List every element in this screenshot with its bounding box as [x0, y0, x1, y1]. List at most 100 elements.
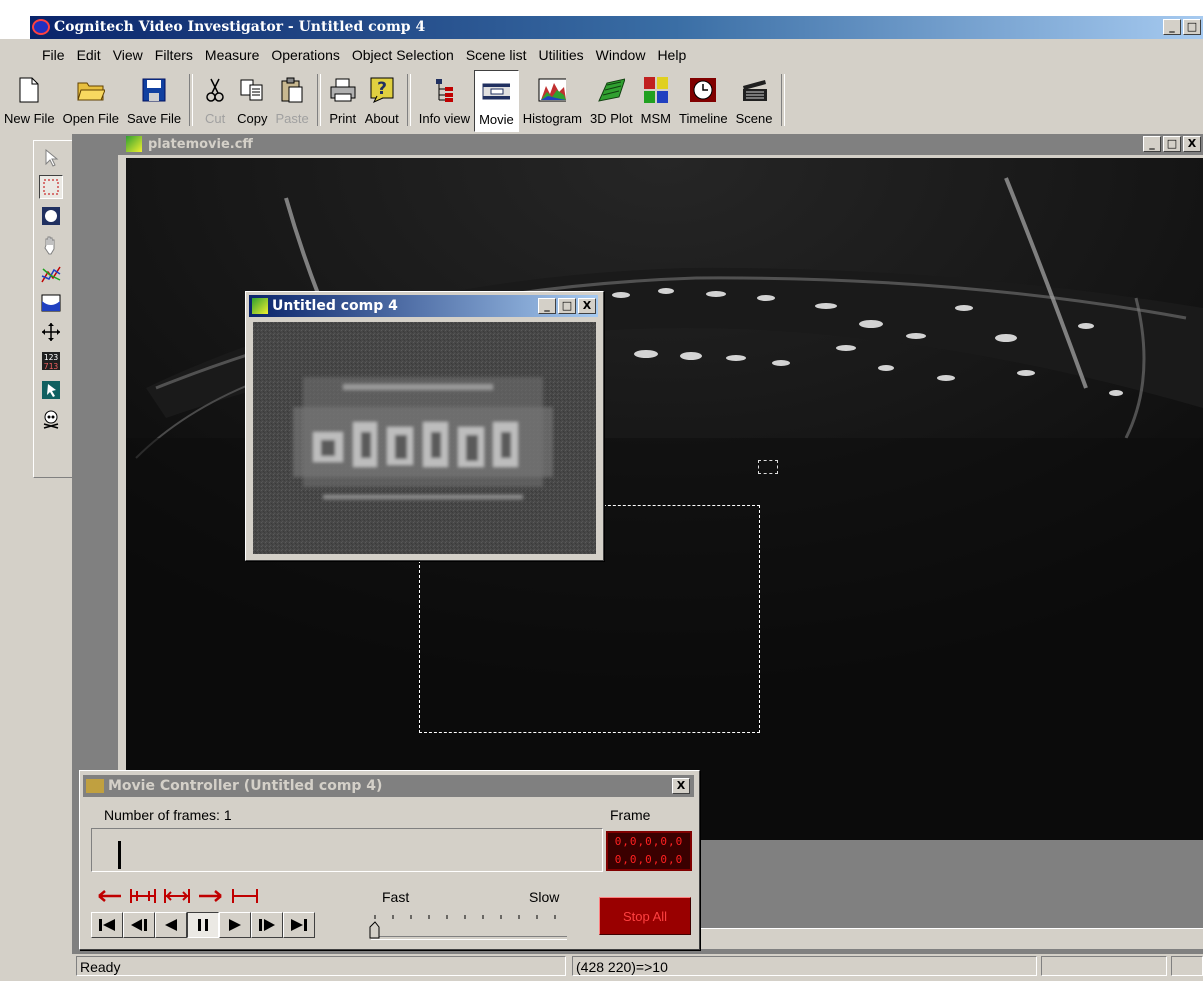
arrow-left-icon — [98, 890, 121, 902]
menu-file[interactable]: File — [36, 44, 71, 66]
magnifier-icon — [42, 207, 60, 225]
3d-plot-label: 3D Plot — [590, 111, 633, 126]
app-maximize-button[interactable]: □ — [1183, 19, 1201, 35]
document-icon — [126, 136, 142, 152]
mark-left-button[interactable] — [94, 886, 124, 906]
frame-position-marker[interactable] — [118, 841, 121, 869]
pause-button[interactable] — [187, 912, 219, 938]
comp-window: Untitled comp 4 _ □ X — [245, 291, 604, 561]
copy-label: Copy — [237, 111, 268, 126]
plate-photo — [253, 322, 596, 554]
document-minimize-button[interactable]: _ — [1143, 136, 1161, 152]
license-plate-image[interactable] — [253, 322, 596, 554]
play-reverse-button[interactable] — [155, 912, 187, 938]
svg-text:713: 713 — [44, 362, 59, 371]
copy-button[interactable]: Copy — [233, 70, 271, 130]
new-file-icon — [15, 76, 43, 104]
menu-operations[interactable]: Operations — [265, 44, 345, 66]
movie-controller-close-button[interactable]: X — [672, 778, 690, 794]
zoom-tool[interactable] — [39, 204, 63, 228]
mark-clear-button[interactable] — [230, 886, 260, 906]
frame-counter-bottom: 0,0,0,0,0 — [614, 853, 684, 866]
frame-count-label: Number of frames: 1 — [104, 807, 232, 823]
region-tool[interactable] — [39, 291, 63, 315]
help-question-icon: ? — [368, 76, 396, 104]
print-button[interactable]: Print — [325, 70, 361, 130]
step-back-button[interactable] — [123, 912, 155, 938]
crosshair-cursor-icon — [758, 460, 778, 474]
speed-slider-thumb[interactable] — [369, 921, 380, 939]
3d-plot-button[interactable]: 3D Plot — [586, 70, 637, 130]
mark-bracket-icon — [232, 889, 258, 903]
menu-object-selection[interactable]: Object Selection — [346, 44, 460, 66]
step-forward-button[interactable] — [251, 912, 283, 938]
document-close-button[interactable]: X — [1183, 136, 1201, 152]
pointer-tool[interactable] — [39, 146, 63, 170]
svg-text:123: 123 — [44, 353, 59, 362]
first-frame-button[interactable] — [91, 912, 123, 938]
document-maximize-button[interactable]: □ — [1163, 136, 1181, 152]
open-folder-icon — [77, 76, 105, 104]
menu-measure[interactable]: Measure — [199, 44, 265, 66]
rectangle-select-tool[interactable] — [39, 175, 63, 199]
print-label: Print — [329, 111, 357, 126]
cut-button[interactable]: Cut — [197, 70, 233, 130]
movie-controller-titlebar[interactable]: Movie Controller (Untitled comp 4) X — [83, 775, 694, 797]
marquee-select-icon — [43, 179, 59, 195]
new-file-button[interactable]: New File — [0, 70, 59, 130]
menu-view[interactable]: View — [107, 44, 149, 66]
step-back-icon — [131, 919, 147, 931]
about-button[interactable]: ? About — [361, 70, 403, 130]
mark-right-button[interactable] — [196, 886, 226, 906]
status-bar: Ready (428 220)=>10 — [0, 954, 1203, 981]
skull-tool[interactable] — [39, 407, 63, 431]
document-titlebar[interactable]: platemovie.cff _ □ X — [118, 134, 1203, 155]
open-file-button[interactable]: Open File — [59, 70, 123, 130]
movie-controller-title: Movie Controller (Untitled comp 4) — [108, 778, 383, 794]
menu-window[interactable]: Window — [590, 44, 652, 66]
scene-button[interactable]: Scene — [732, 70, 777, 130]
save-file-button[interactable]: Save File — [123, 70, 185, 130]
step-forward-icon — [259, 919, 275, 931]
timeline-button[interactable]: Timeline — [675, 70, 732, 130]
app-minimize-button[interactable]: _ — [1163, 19, 1181, 35]
menu-edit[interactable]: Edit — [71, 44, 107, 66]
movie-controller-window: Movie Controller (Untitled comp 4) X Num… — [79, 770, 700, 950]
speed-slider[interactable] — [369, 911, 569, 941]
paste-button[interactable]: Paste — [272, 70, 313, 130]
select-arrow-tool[interactable] — [39, 378, 63, 402]
horizontal-scrollbar[interactable] — [700, 928, 1203, 949]
app-titlebar[interactable]: Cognitech Video Investigator - Untitled … — [30, 16, 1203, 39]
comp-maximize-button[interactable]: □ — [558, 298, 576, 314]
toolbar: New File Open File Save File Cut Copy Pa… — [0, 70, 789, 132]
histogram-button[interactable]: Histogram — [519, 70, 586, 130]
app-title: Cognitech Video Investigator - Untitled … — [54, 19, 426, 35]
open-file-label: Open File — [62, 111, 119, 126]
movie-button[interactable]: Movie — [474, 70, 519, 132]
menu-filters[interactable]: Filters — [149, 44, 199, 66]
menu-utilities[interactable]: Utilities — [533, 44, 590, 66]
frame-counter-top: 0,0,0,0,0 — [614, 835, 684, 848]
cut-label: Cut — [205, 111, 226, 126]
menu-help[interactable]: Help — [651, 44, 692, 66]
scissors-icon — [201, 76, 229, 104]
move-tool[interactable] — [39, 320, 63, 344]
curve-tool[interactable] — [39, 262, 63, 286]
status-resize-grip[interactable] — [1171, 956, 1203, 976]
select-arrow-icon — [42, 381, 60, 399]
frame-timeline-track[interactable] — [91, 828, 603, 872]
msm-button[interactable]: MSM — [637, 70, 675, 130]
play-button[interactable] — [219, 912, 251, 938]
comp-close-button[interactable]: X — [578, 298, 596, 314]
mark-range-button[interactable] — [162, 886, 192, 906]
stop-all-button[interactable]: Stop All — [599, 897, 691, 935]
number-tool[interactable]: 123 713 — [39, 349, 63, 373]
film-strip-icon — [482, 77, 511, 105]
last-frame-button[interactable] — [283, 912, 315, 938]
info-view-button[interactable]: Info view — [415, 70, 474, 130]
menu-scene-list[interactable]: Scene list — [460, 44, 533, 66]
comp-minimize-button[interactable]: _ — [538, 298, 556, 314]
comp-window-titlebar[interactable]: Untitled comp 4 _ □ X — [249, 295, 598, 317]
pan-tool[interactable] — [39, 233, 63, 257]
mark-in-button[interactable] — [128, 886, 158, 906]
